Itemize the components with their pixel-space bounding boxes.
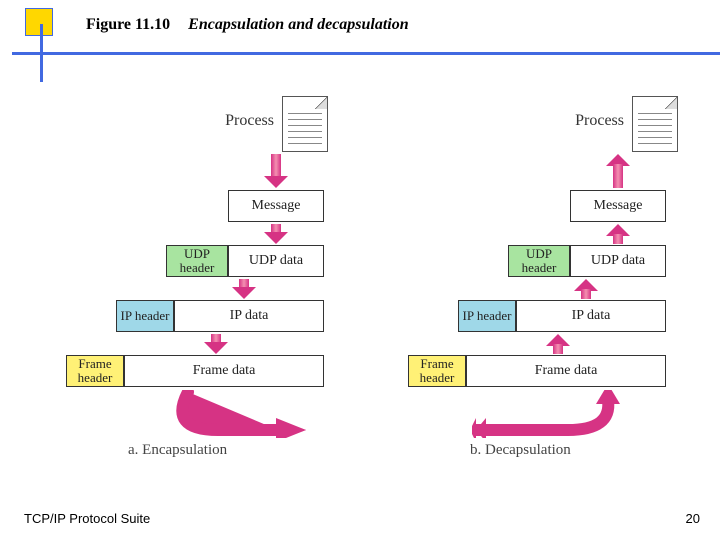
- document-icon: [632, 96, 678, 152]
- figure-name: Encapsulation and decapsulation: [188, 16, 409, 33]
- decapsulation-panel: Process Message UDP header UDP data IP h…: [362, 90, 702, 480]
- frame-header-box: Frame header: [408, 355, 466, 387]
- ip-data-box: IP data: [516, 300, 666, 332]
- curve-arrow-right-icon: [148, 390, 308, 438]
- message-box: Message: [228, 190, 324, 222]
- arrow-up-icon: [550, 334, 566, 354]
- udp-data-box: UDP data: [570, 245, 666, 277]
- udp-header-box: UDP header: [508, 245, 570, 277]
- slide-bullet-decoration: [25, 8, 53, 36]
- ip-data-box: IP data: [174, 300, 324, 332]
- arrow-down-icon: [268, 224, 284, 244]
- arrow-up-icon: [610, 154, 626, 188]
- udp-header-box: UDP header: [166, 245, 228, 277]
- diagram-area: Process Message UDP header UDP data IP h…: [10, 90, 710, 480]
- document-icon: [282, 96, 328, 152]
- caption-decapsulation: b. Decapsulation: [470, 442, 571, 459]
- arrow-down-icon: [208, 334, 224, 354]
- arrow-down-icon: [236, 279, 252, 299]
- process-label-right: Process: [575, 112, 624, 130]
- page-number: 20: [686, 511, 700, 526]
- ip-header-box: IP header: [116, 300, 174, 332]
- message-box: Message: [570, 190, 666, 222]
- caption-encapsulation: a. Encapsulation: [128, 442, 227, 459]
- udp-data-box: UDP data: [228, 245, 324, 277]
- encapsulation-panel: Process Message UDP header UDP data IP h…: [18, 90, 358, 480]
- arrow-up-icon: [578, 279, 594, 299]
- frame-header-box: Frame header: [66, 355, 124, 387]
- ip-header-box: IP header: [458, 300, 516, 332]
- footer-text: TCP/IP Protocol Suite: [24, 511, 150, 526]
- frame-data-box: Frame data: [124, 355, 324, 387]
- horizontal-rule: [12, 52, 720, 55]
- figure-number: Figure 11.10: [86, 16, 170, 33]
- arrow-down-icon: [268, 154, 284, 188]
- process-label-left: Process: [225, 112, 274, 130]
- frame-data-box: Frame data: [466, 355, 666, 387]
- figure-title: Figure 11.10 Encapsulation and decapsula…: [86, 16, 409, 34]
- curve-arrow-up-icon: [472, 390, 632, 438]
- arrow-up-icon: [610, 224, 626, 244]
